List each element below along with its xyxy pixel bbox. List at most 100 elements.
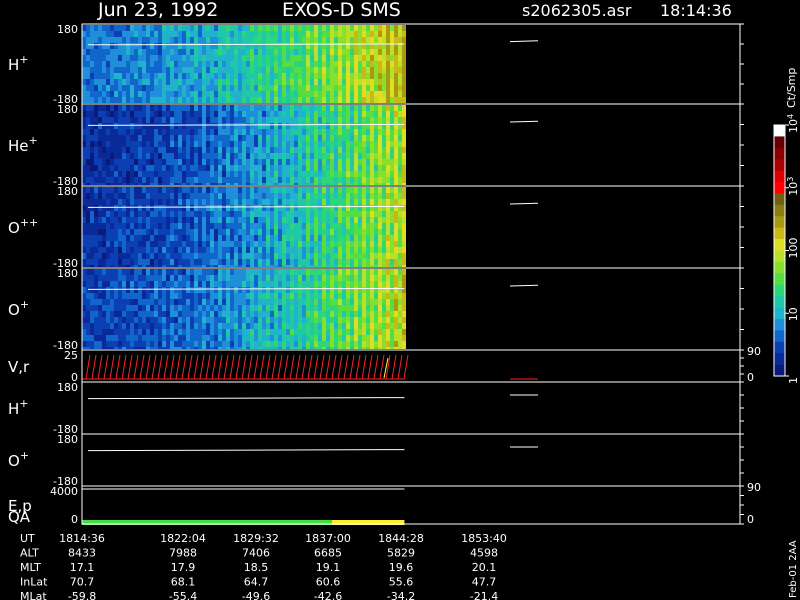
heatmap-cell: [102, 281, 106, 287]
heatmap-cell: [354, 281, 358, 287]
colorbar-swatch: [774, 170, 785, 183]
heatmap-cell: [218, 43, 222, 49]
heatmap-cell: [298, 55, 302, 61]
heatmap-cell: [290, 165, 294, 171]
heatmap-cell: [338, 91, 342, 97]
heatmap-cell: [282, 37, 286, 43]
heatmap-cell: [158, 165, 162, 171]
heatmap-cell: [258, 311, 262, 317]
heatmap-cell: [266, 129, 270, 135]
heatmap-cell: [286, 211, 290, 217]
heatmap-cell: [142, 73, 146, 79]
heatmap-cell: [254, 165, 258, 171]
heatmap-cell: [266, 123, 270, 129]
heatmap-cell: [130, 205, 134, 211]
heatmap-cell: [250, 193, 254, 199]
heatmap-cell: [270, 299, 274, 305]
heatmap-cell: [262, 311, 266, 317]
heatmap-cell: [102, 49, 106, 55]
heatmap-cell: [106, 123, 110, 129]
heatmap-cell: [130, 193, 134, 199]
heatmap-cell: [250, 49, 254, 55]
heatmap-cell: [262, 49, 266, 55]
heatmap-cell: [238, 129, 242, 135]
heatmap-cell: [334, 97, 338, 103]
heatmap-cell: [290, 305, 294, 311]
heatmap-cell: [354, 293, 358, 299]
heatmap-cell: [182, 259, 186, 265]
heatmap-cell: [382, 235, 386, 241]
heatmap-cell: [130, 259, 134, 265]
heatmap-cell: [402, 159, 406, 165]
velocity-spike: [265, 354, 271, 380]
heatmap-cell: [394, 235, 398, 241]
heatmap-cell: [398, 25, 402, 31]
heatmap-cell: [258, 269, 262, 275]
heatmap-cell: [282, 49, 286, 55]
heatmap-cell: [330, 223, 334, 229]
heatmap-cell: [270, 171, 274, 177]
heatmap-cell: [374, 281, 378, 287]
heatmap-cell: [226, 187, 230, 193]
heatmap-cell: [266, 165, 270, 171]
heatmap-cell: [118, 67, 122, 73]
heatmap-cell: [342, 305, 346, 311]
heatmap-cell: [158, 235, 162, 241]
heatmap-cell: [394, 323, 398, 329]
heatmap-cell: [254, 117, 258, 123]
heatmap-cell: [202, 91, 206, 97]
heatmap-cell: [394, 147, 398, 153]
heatmap-cell: [334, 211, 338, 217]
heatmap-cell: [214, 223, 218, 229]
heatmap-cell: [138, 159, 142, 165]
heatmap-cell: [298, 229, 302, 235]
heatmap-cell: [186, 123, 190, 129]
heatmap-cell: [218, 49, 222, 55]
heatmap-cell: [118, 235, 122, 241]
heatmap-cell: [398, 135, 402, 141]
heatmap-cell: [230, 317, 234, 323]
heatmap-cell: [178, 177, 182, 183]
heatmap-cell: [290, 199, 294, 205]
heatmap-cell: [114, 265, 118, 267]
heatmap-cell: [234, 49, 238, 55]
heatmap-cell: [218, 153, 222, 159]
heatmap-cell: [274, 335, 278, 341]
heatmap-cell: [238, 253, 242, 259]
heatmap-cell: [106, 49, 110, 55]
heatmap-cell: [378, 153, 382, 159]
heatmap-cell: [210, 253, 214, 259]
heatmap-cell: [326, 61, 330, 67]
heatmap-cell: [390, 117, 394, 123]
heatmap-cell: [322, 211, 326, 217]
heatmap-cell: [138, 235, 142, 241]
heatmap-cell: [222, 31, 226, 37]
heatmap-cell: [378, 193, 382, 199]
heatmap-cell: [210, 335, 214, 341]
heatmap-cell: [86, 159, 90, 165]
heatmap-cell: [130, 165, 134, 171]
heatmap-cell: [234, 229, 238, 235]
heatmap-cell: [206, 117, 210, 123]
heatmap-cell: [270, 117, 274, 123]
heatmap-cell: [318, 177, 322, 183]
heatmap-cell: [206, 61, 210, 67]
heatmap-cell: [218, 135, 222, 141]
heatmap-cell: [138, 217, 142, 223]
heatmap-cell: [378, 183, 382, 185]
heatmap-cell: [386, 199, 390, 205]
heatmap-cell: [326, 211, 330, 217]
heatmap-cell: [218, 205, 222, 211]
heatmap-cell: [138, 193, 142, 199]
heatmap-cell: [186, 105, 190, 111]
heatmap-cell: [178, 205, 182, 211]
heatmap-cell: [278, 287, 282, 293]
heatmap-cell: [270, 229, 274, 235]
heatmap-cell: [222, 91, 226, 97]
heatmap-cell: [362, 135, 366, 141]
heatmap-cell: [374, 199, 378, 205]
heatmap-cell: [102, 217, 106, 223]
heatmap-cell: [258, 73, 262, 79]
heatmap-cell: [94, 135, 98, 141]
heatmap-cell: [138, 323, 142, 329]
